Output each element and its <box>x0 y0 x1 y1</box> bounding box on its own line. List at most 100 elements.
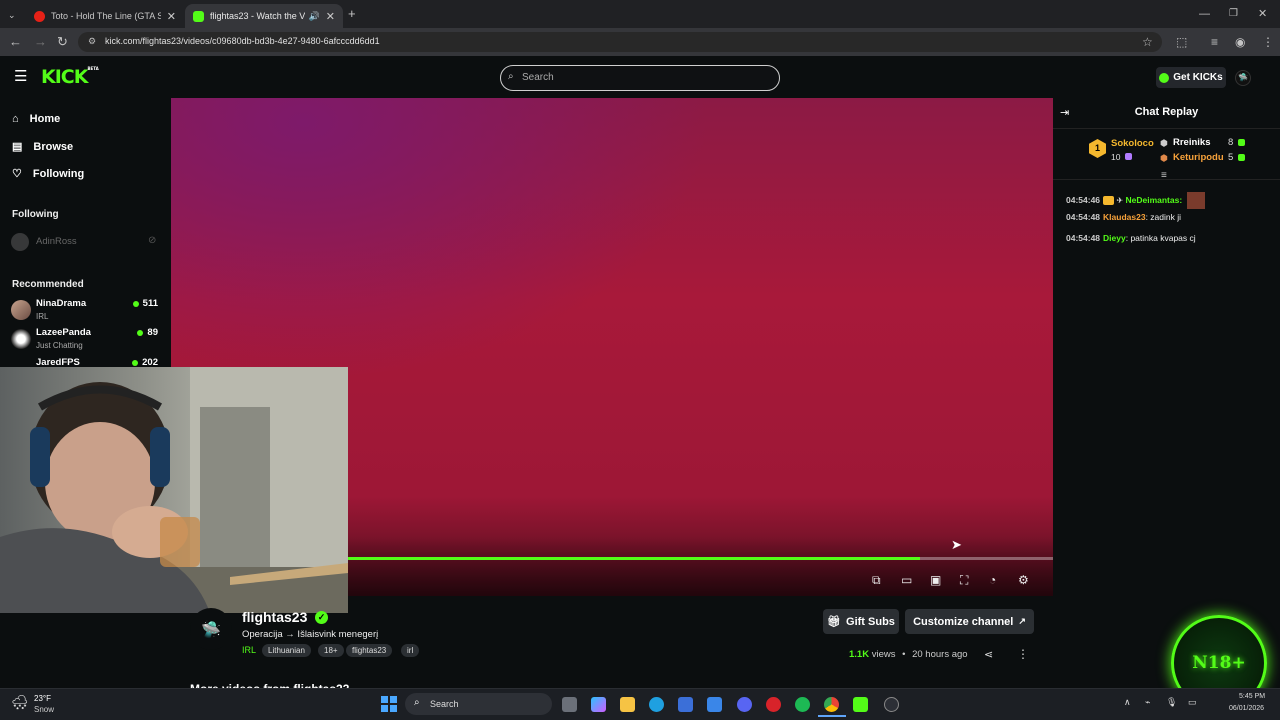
channel-name[interactable]: flightas23 <box>242 609 307 625</box>
tray-icon[interactable]: ⌁ <box>1145 697 1150 708</box>
spotify-icon[interactable] <box>795 697 810 712</box>
video-meta: 1.1K views • 20 hours ago <box>849 649 968 660</box>
microphone-icon[interactable]: 🎙︎ <box>1166 697 1177 708</box>
leaderboard-count: 8 <box>1228 137 1234 148</box>
mouse-cursor-icon: ➤ <box>951 537 962 552</box>
get-kicks-button[interactable]: Get KICKs <box>1156 67 1226 88</box>
close-tab-icon[interactable]: ✕ <box>326 10 335 23</box>
pip-icon[interactable]: ⧉ <box>872 573 881 587</box>
mini-player-icon[interactable]: ▣ <box>930 573 941 587</box>
tag-irl[interactable]: irl <box>401 644 420 657</box>
extensions-icon[interactable]: ⬚ <box>1176 34 1187 50</box>
tab-flightas23[interactable]: flightas23 - Watch the VOD 🔊 ✕ <box>185 4 343 28</box>
time-ago: 20 hours ago <box>912 649 968 660</box>
theater-icon[interactable]: ▭ <box>901 573 912 587</box>
clock-time[interactable]: 5:45 PM <box>1239 693 1265 700</box>
live-dot-icon <box>132 300 139 307</box>
maximize-icon[interactable]: ❐ <box>1229 6 1238 22</box>
tab-toto[interactable]: Toto - Hold The Line (GTA SA) ( ✕ <box>26 4 184 28</box>
new-tab-button[interactable]: + <box>348 6 356 22</box>
task-view-icon[interactable] <box>562 697 577 712</box>
nav-browse[interactable]: ▤ Browse <box>12 140 73 154</box>
minimize-icon[interactable]: — <box>1199 6 1210 22</box>
mail-icon[interactable] <box>707 697 722 712</box>
audio-icon[interactable]: 🔊 <box>309 11 320 22</box>
tag-flightas23[interactable]: flightas23 <box>346 644 393 657</box>
nav-following[interactable]: ♡ Following <box>12 167 84 181</box>
search-placeholder: Search <box>522 72 554 83</box>
leaderboard-name[interactable]: Keturipodu <box>1173 152 1224 163</box>
chat-message: 04:54:46 ✈ NeDeimantas: <box>1066 192 1205 209</box>
following-item-adinross[interactable]: AdinRoss <box>36 236 77 247</box>
gift-icon <box>1238 154 1245 161</box>
gift-subs-button[interactable]: 🎁︎ Gift Subs <box>823 609 899 634</box>
windows-start-icon[interactable] <box>381 696 397 712</box>
edge-icon[interactable] <box>649 697 664 712</box>
emote-image <box>1186 192 1205 209</box>
taskbar-search-label: Search <box>430 699 459 709</box>
fullscreen-icon[interactable]: ⛶ <box>960 573 968 587</box>
live-dot-icon <box>132 359 139 366</box>
back-icon[interactable]: ← <box>9 34 22 50</box>
progress-fill <box>348 557 920 560</box>
leaderboard-count: 10 <box>1111 152 1121 162</box>
medal-icon: ⬢ <box>1160 138 1168 148</box>
hamburger-menu-icon[interactable]: ☰ <box>14 69 27 84</box>
channel-avatar[interactable]: 🛸 <box>190 608 232 650</box>
clock-date[interactable]: 06/01/2026 <box>1229 705 1264 712</box>
kick-app-icon[interactable] <box>853 697 868 712</box>
avatar[interactable] <box>11 233 29 251</box>
category-link[interactable]: IRL <box>242 645 256 655</box>
youtube-icon <box>34 10 45 22</box>
opera-icon[interactable] <box>766 697 781 712</box>
tag-18plus[interactable]: 18+ <box>318 644 344 657</box>
chat-panel <box>1053 98 1280 688</box>
discord-icon[interactable] <box>737 697 752 712</box>
user-avatar[interactable]: 🛸 <box>1235 70 1251 86</box>
more-options-icon[interactable]: ⋮ <box>1017 647 1029 661</box>
browser-menu-icon[interactable]: ⋮ <box>1262 34 1274 50</box>
chrome-icon[interactable] <box>824 697 839 712</box>
store-icon[interactable] <box>678 697 693 712</box>
gift-icon <box>1125 153 1132 160</box>
tag-lithuanian[interactable]: Lithuanian <box>262 644 311 657</box>
copilot-icon[interactable] <box>591 697 606 712</box>
leaderboard-name[interactable]: Sokoloco <box>1111 138 1154 149</box>
weather-temp: 23°F <box>34 694 51 703</box>
app-icon[interactable] <box>884 697 899 712</box>
avatar[interactable] <box>11 329 31 349</box>
close-tab-icon[interactable]: ✕ <box>167 10 176 23</box>
avatar[interactable] <box>11 300 31 320</box>
bookmark-star-icon[interactable]: ☆ <box>1142 34 1153 50</box>
divider <box>1053 179 1280 180</box>
profile-icon[interactable]: ◉ <box>1235 34 1245 50</box>
recommended-name[interactable]: NinaDrama <box>36 298 86 309</box>
taskbar-search[interactable] <box>405 693 552 715</box>
network-icon[interactable]: ▭ <box>1188 697 1197 708</box>
browse-icon: ▤ <box>12 141 23 153</box>
media-icon[interactable]: ≡ <box>1211 34 1218 50</box>
search-icon: ⌕ <box>508 71 514 82</box>
progress-bar[interactable] <box>348 557 1053 560</box>
share-icon[interactable]: ⋖ <box>984 648 993 661</box>
crown-badge-icon <box>1103 196 1115 205</box>
leaderboard-name[interactable]: Rreiniks <box>1173 137 1211 148</box>
gift-icon <box>1238 139 1245 146</box>
tab-search-icon[interactable]: ⌄ <box>8 7 16 23</box>
site-info-icon[interactable]: ⚙ <box>88 36 96 47</box>
reload-icon[interactable]: ↻ <box>57 34 68 50</box>
tray-chevron-icon[interactable]: ∧ <box>1124 697 1131 708</box>
file-explorer-icon[interactable] <box>620 697 635 712</box>
settings-icon[interactable]: ⚙ <box>1018 573 1029 587</box>
recommended-category: Just Chatting <box>36 341 83 350</box>
speed-icon[interactable]: ◔ <box>989 573 996 587</box>
live-dot-icon <box>137 329 144 336</box>
customize-channel-button[interactable]: Customize channel ↗ <box>905 609 1034 634</box>
weather-icon[interactable]: 🌨 <box>11 694 29 711</box>
nav-home[interactable]: ⌂ Home <box>12 113 60 125</box>
gift-icon: 🎁︎ <box>827 616 842 628</box>
close-window-icon[interactable]: ✕ <box>1258 6 1267 22</box>
recommended-name[interactable]: LazeePanda <box>36 327 91 338</box>
forward-icon[interactable]: → <box>34 34 47 50</box>
kick-logo[interactable]: KICKBETA <box>41 66 99 88</box>
